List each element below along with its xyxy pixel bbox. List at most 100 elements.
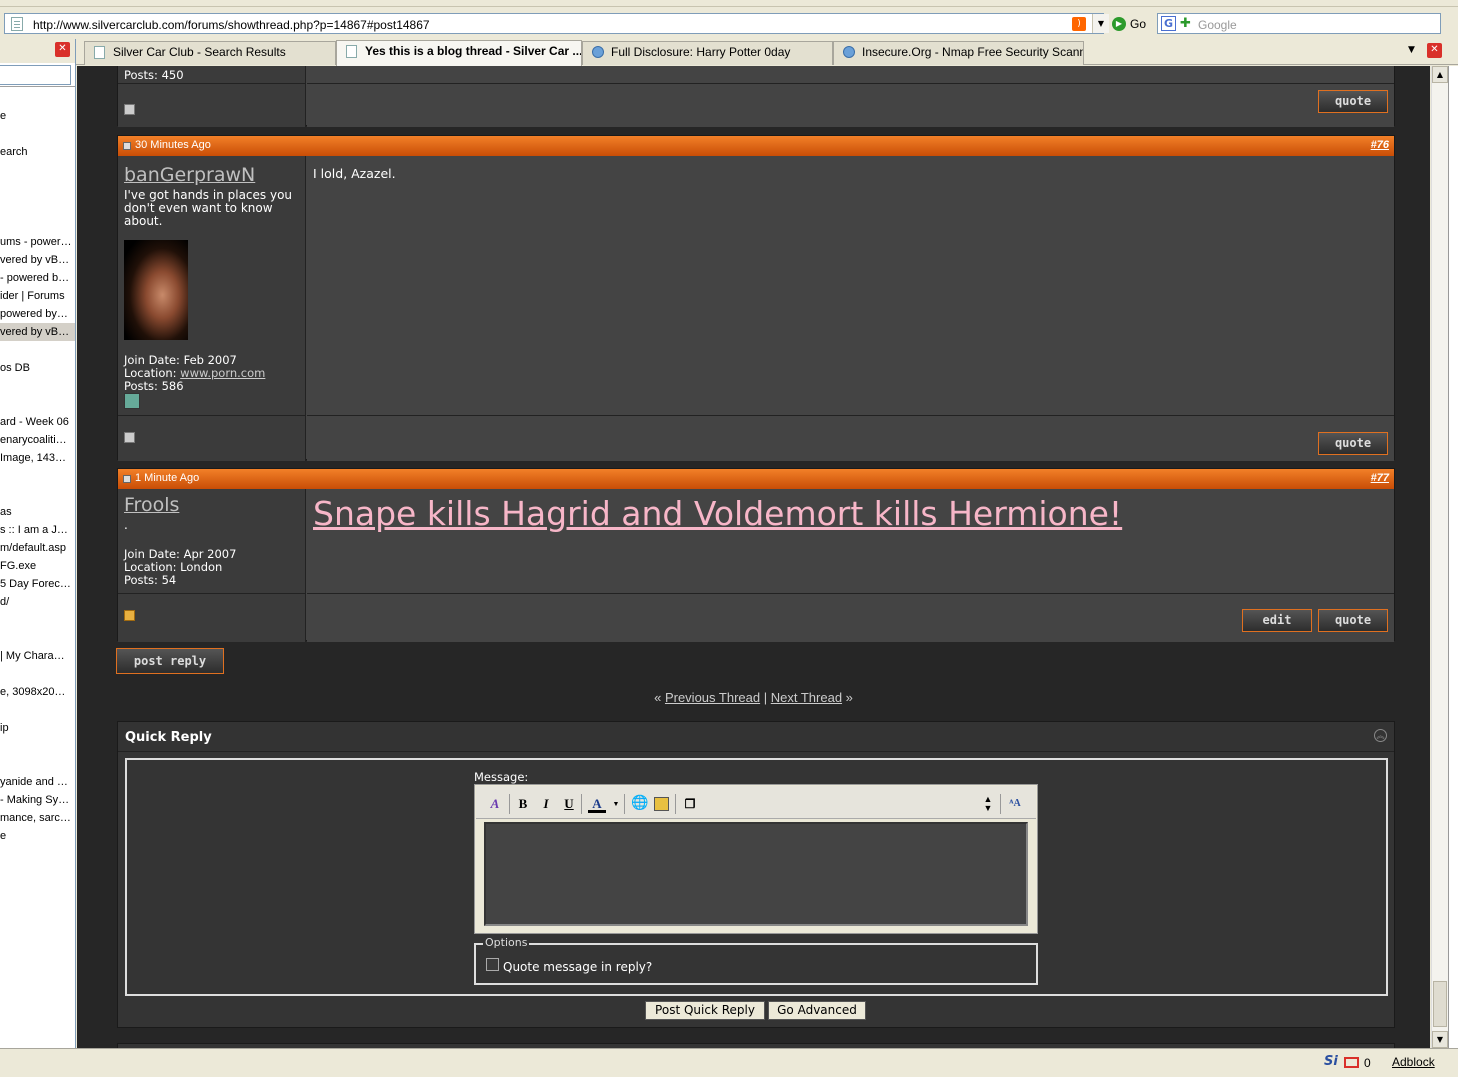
insert-link-icon[interactable]: 🌐	[631, 795, 649, 813]
quote-message-checkbox[interactable]	[486, 958, 499, 971]
sidebar-history-item[interactable]: - Making Sy…	[0, 791, 75, 809]
address-text[interactable]: http://www.silvercarclub.com/forums/show…	[33, 18, 430, 32]
post-number-link[interactable]: #76	[1371, 139, 1389, 151]
sidebar-history-item[interactable]: enarycoaliti…	[0, 431, 75, 449]
tab-search-results[interactable]: Silver Car Club - Search Results	[84, 41, 336, 65]
remove-format-icon[interactable]: A	[486, 795, 504, 813]
sidebar-history-item[interactable]: as	[0, 503, 75, 521]
sidebar-history-item[interactable]: - powered b…	[0, 269, 75, 287]
search-box[interactable]: G ✚ Google	[1157, 13, 1441, 34]
sidebar-history-item[interactable]: os DB	[0, 359, 75, 377]
insert-image-icon[interactable]	[654, 797, 669, 811]
collapse-icon[interactable]: ︽	[1374, 729, 1387, 742]
search-engine-add-icon[interactable]: ✚	[1180, 16, 1191, 31]
scroll-thumb[interactable]	[1433, 981, 1447, 1027]
post-number-link[interactable]: #77	[1371, 472, 1389, 484]
toolbar-divider	[581, 794, 582, 814]
post-77: 1 Minute Ago #77 Frools . Join Date: Apr…	[117, 468, 1395, 642]
sidebar-history-item[interactable]: ip	[0, 719, 75, 737]
avatar	[124, 240, 188, 340]
sidebar-history-item[interactable]: e	[0, 107, 75, 125]
sidebar-history-item[interactable]: e	[0, 827, 75, 845]
mail-count: 0	[1364, 1056, 1371, 1070]
post-message-link[interactable]: Snape kills Hagrid and Voldemort kills H…	[313, 494, 1122, 533]
forum-page: Posts: 450 quote 30 Minutes Ago #76 banG…	[77, 66, 1430, 1048]
options-legend: Options	[483, 936, 530, 949]
user-title: .	[124, 518, 128, 532]
quote-icon[interactable]: ❐	[681, 795, 699, 813]
sidebar-history-item[interactable]: s :: I am a J…	[0, 521, 75, 539]
sidebar-search-input[interactable]	[0, 65, 71, 85]
sidebar-history-item[interactable]: 5 Day Forec…	[0, 575, 75, 593]
post-reply-button[interactable]: post reply	[116, 648, 224, 674]
sidebar-history-item[interactable]: FG.exe	[0, 557, 75, 575]
sidebar-history-item[interactable]: | My Chara…	[0, 647, 75, 665]
post-quick-reply-button[interactable]: Post Quick Reply	[645, 1001, 765, 1020]
edit-button[interactable]: edit	[1242, 609, 1312, 632]
post-75-user-cell: Posts: 450	[118, 66, 306, 83]
post-76-footer-left	[118, 415, 306, 461]
quote-button[interactable]: quote	[1318, 432, 1388, 455]
tab-list-dropdown-icon[interactable]: ▼	[1408, 45, 1415, 55]
italic-icon[interactable]: I	[537, 795, 555, 813]
sidebar-history-item[interactable]: yanide and …	[0, 773, 75, 791]
quick-reply-body: Message: A B I U A ▼ 🌐 ❐ ▲ ▼ ᴬA Options …	[125, 758, 1388, 996]
quote-button[interactable]: quote	[1318, 609, 1388, 632]
post-date: 30 Minutes Ago	[135, 139, 211, 151]
sidebar-history-item[interactable]: mance, sarc…	[0, 809, 75, 827]
rss-feed-icon[interactable]: )	[1072, 17, 1086, 31]
nav-separator: |	[763, 690, 768, 705]
post-76-header: 30 Minutes Ago #76	[118, 136, 1394, 156]
scroll-up-icon[interactable]: ▲	[1432, 66, 1448, 83]
go-advanced-button[interactable]: Go Advanced	[768, 1001, 866, 1020]
vertical-scrollbar[interactable]: ▲ ▼	[1431, 66, 1448, 1048]
scroll-down-icon[interactable]: ▼	[1432, 1031, 1448, 1048]
mail-icon[interactable]	[1344, 1057, 1359, 1068]
tab-insecure-org[interactable]: Insecure.Org - Nmap Free Security Scann.…	[833, 41, 1084, 65]
resize-icon[interactable]: ▲ ▼	[979, 795, 997, 813]
sidebar-history-item[interactable]: powered by…	[0, 305, 75, 323]
post-message: I lold, Azazel.	[313, 166, 396, 181]
underline-icon[interactable]: U	[560, 795, 578, 813]
sidebar-history-item[interactable]: ider | Forums	[0, 287, 75, 305]
previous-thread-link[interactable]: Previous Thread	[665, 690, 760, 705]
quote-message-label[interactable]: Quote message in reply?	[503, 960, 652, 974]
color-dropdown-icon[interactable]: ▼	[607, 795, 625, 813]
adblock-link[interactable]: Adblock	[1392, 1055, 1435, 1069]
address-dropdown-icon[interactable]: ▼	[1092, 14, 1109, 33]
quote-button[interactable]: quote	[1318, 90, 1388, 113]
post-76-message-cell: I lold, Azazel.	[307, 156, 1394, 415]
switch-editor-mode-icon[interactable]: ᴬA	[1006, 795, 1024, 813]
sidebar-history-item[interactable]: ums - power…	[0, 233, 75, 251]
toolbar-divider	[1000, 794, 1001, 814]
next-thread-link[interactable]: Next Thread	[771, 690, 842, 705]
post-75-message-cell	[307, 66, 1394, 83]
globe-icon	[592, 46, 604, 58]
sidebar-history-item[interactable]: e, 3098x20…	[0, 683, 75, 701]
tab-full-disclosure[interactable]: Full Disclosure: Harry Potter 0day	[582, 41, 833, 65]
message-textarea[interactable]	[484, 822, 1028, 926]
post-77-header: 1 Minute Ago #77	[118, 469, 1394, 489]
sidebar-close-icon[interactable]: ✕	[55, 42, 70, 57]
username-link[interactable]: banGerprawN	[124, 164, 255, 186]
status-bar: Si 0 Adblock	[0, 1048, 1458, 1077]
sidebar-history-item[interactable]: ard - Week 06	[0, 413, 75, 431]
sidebar-history-item[interactable]: earch	[0, 143, 75, 161]
sidebar-history-item[interactable]: vered by vB…	[0, 323, 75, 341]
text-color-icon[interactable]: A	[588, 795, 606, 813]
location-link[interactable]: www.porn.com	[180, 366, 265, 380]
google-icon[interactable]: G	[1161, 16, 1176, 31]
bold-icon[interactable]: B	[514, 795, 532, 813]
messenger-icon[interactable]	[124, 393, 140, 409]
tab-label: Yes this is a blog thread - Silver Car .…	[365, 44, 582, 58]
address-bar[interactable]: http://www.silvercarclub.com/forums/show…	[4, 13, 1109, 34]
si-extension-icon[interactable]: Si	[1324, 1054, 1338, 1069]
tab-blog-thread[interactable]: Yes this is a blog thread - Silver Car .…	[336, 40, 582, 66]
sidebar-history-item[interactable]: vered by vB…	[0, 251, 75, 269]
username-link[interactable]: Frools	[124, 494, 179, 516]
sidebar-history-item[interactable]: Image, 143…	[0, 449, 75, 467]
sidebar-history-item[interactable]: d/	[0, 593, 75, 611]
sidebar-history-item[interactable]: m/default.asp	[0, 539, 75, 557]
tab-close-icon[interactable]: ✕	[1427, 43, 1442, 58]
go-button[interactable]: ▶ Go	[1112, 15, 1146, 33]
